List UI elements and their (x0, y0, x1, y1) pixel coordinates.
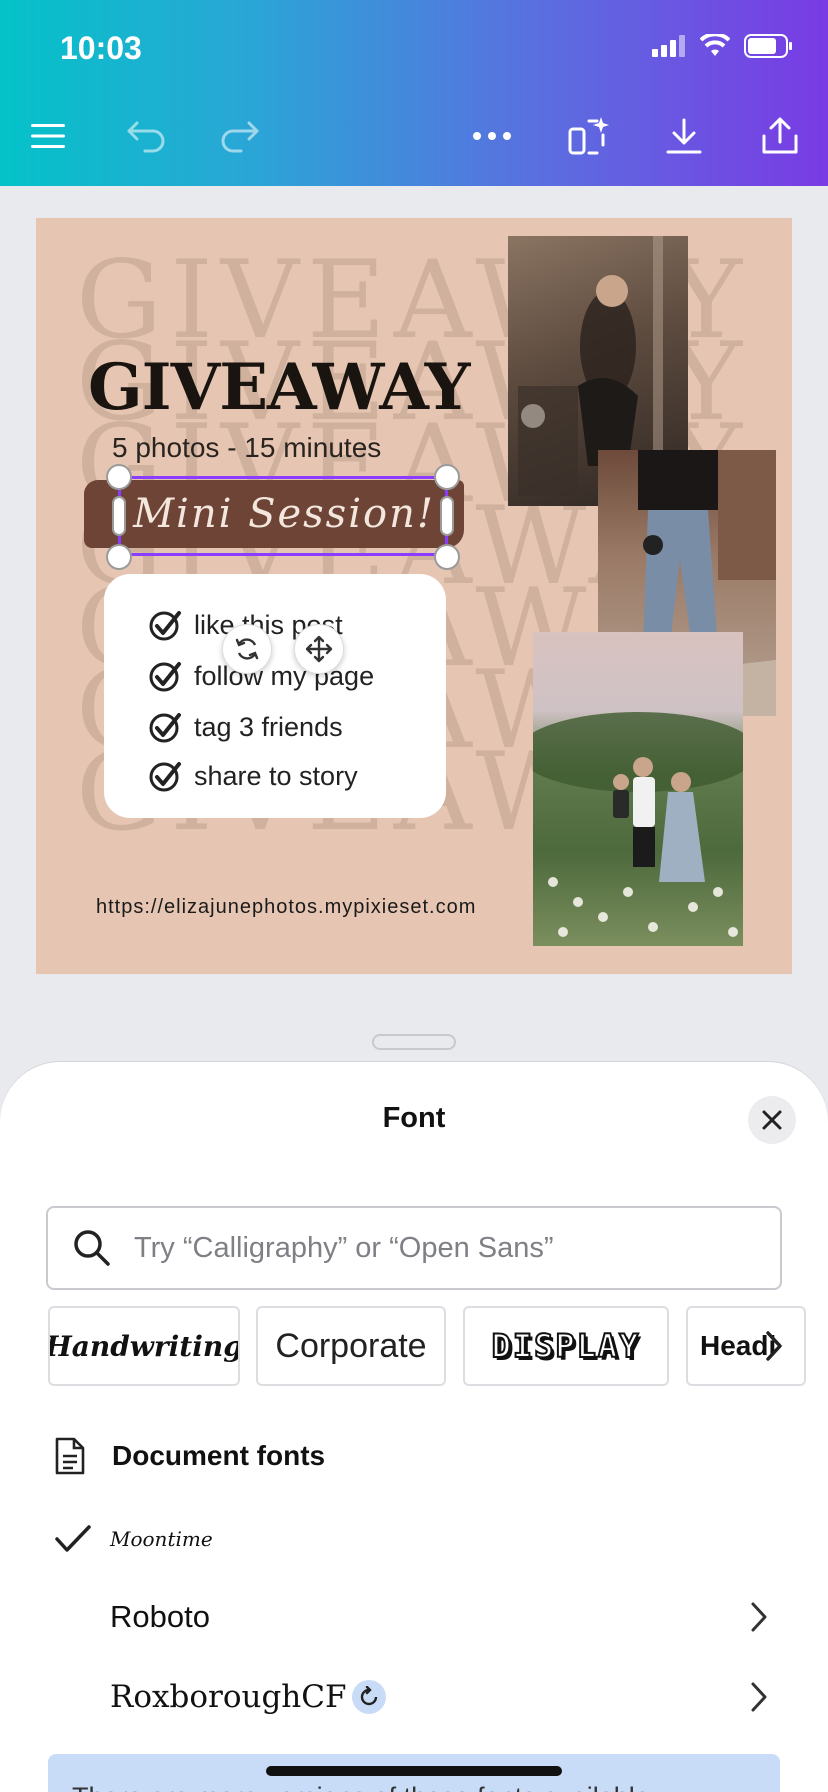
home-indicator[interactable] (266, 1766, 562, 1776)
rotate-button[interactable] (222, 624, 272, 674)
magic-resize-icon (568, 117, 609, 155)
sync-badge (352, 1680, 386, 1714)
document-icon (55, 1437, 85, 1475)
section-title: Document fonts (112, 1440, 326, 1471)
resize-handle-bottom-left[interactable] (106, 544, 132, 570)
download-button[interactable] (656, 108, 712, 164)
magic-resize-button[interactable] (560, 108, 616, 164)
checklist-text: follow my page (194, 660, 375, 691)
resize-handle-bottom-right[interactable] (434, 544, 460, 570)
chevron-right-icon (751, 1602, 767, 1632)
checklist-item[interactable]: share to story (148, 759, 358, 793)
design-page[interactable]: GIVEAWAY GIVEAWAY GIVEAWAY GIVEAWAY GIVE… (36, 218, 792, 974)
close-icon (762, 1110, 782, 1130)
resize-handle-right[interactable] (440, 496, 454, 536)
resize-handle-top-left[interactable] (106, 464, 132, 490)
ellipsis-icon (473, 132, 511, 140)
download-icon (666, 118, 702, 154)
document-fonts-header: Document fonts (54, 1436, 325, 1476)
banner-text: There are more versions of these fonts a… (72, 1782, 650, 1792)
font-search-field[interactable] (46, 1206, 782, 1290)
redo-button[interactable] (212, 108, 268, 164)
share-icon (762, 117, 798, 154)
website-url[interactable]: https://elizajunephotos.mypixieset.com (96, 896, 476, 919)
panel-title: Font (382, 1102, 446, 1134)
refresh-icon (360, 1686, 378, 1706)
font-item-roboto[interactable]: Roboto (0, 1582, 828, 1652)
move-button[interactable] (294, 624, 344, 674)
checklist-text: share to story (194, 760, 358, 791)
category-display[interactable]: DISPLAY (463, 1306, 669, 1386)
status-icons (652, 34, 794, 58)
checklist-text: tag 3 friends (194, 711, 343, 742)
wifi-icon (700, 34, 730, 56)
photo-family-field-image (533, 712, 743, 937)
share-button[interactable] (752, 108, 808, 164)
category-handwriting[interactable]: Handwriting (48, 1306, 240, 1386)
move-icon (305, 635, 333, 663)
font-item-moontime[interactable]: Moontime (0, 1504, 828, 1574)
subline[interactable]: 5 photos - 15 minutes (112, 432, 381, 464)
chevron-right-icon (751, 1682, 767, 1712)
close-button[interactable] (748, 1096, 796, 1144)
rotate-icon (235, 638, 259, 660)
editor-header: 10:03 (0, 0, 828, 186)
category-headings[interactable]: Headi (686, 1306, 806, 1386)
chevron-right-icon[interactable] (764, 1330, 784, 1362)
checklist-item[interactable]: tag 3 friends (148, 710, 343, 744)
category-corporate[interactable]: Corporate (256, 1306, 446, 1386)
font-name: RoxboroughCF (110, 1679, 347, 1715)
hamburger-icon (31, 124, 65, 148)
checkbox-icon (149, 762, 181, 792)
selection-box[interactable] (118, 476, 448, 556)
resize-handle-top-right[interactable] (434, 464, 460, 490)
font-name: Moontime (110, 1527, 213, 1551)
signal-icon (652, 35, 685, 57)
menu-button[interactable] (20, 108, 76, 164)
checkmark-icon (55, 1525, 91, 1552)
font-item-roxborough[interactable]: RoxboroughCF (0, 1662, 828, 1732)
battery-icon (744, 34, 792, 58)
status-time: 10:03 (60, 30, 142, 66)
resize-handle-left[interactable] (112, 496, 126, 536)
undo-icon (127, 121, 165, 153)
more-button[interactable] (464, 108, 520, 164)
search-icon (74, 1230, 110, 1266)
photo-family-field[interactable] (533, 632, 743, 946)
headline[interactable]: GIVEAWAY (88, 350, 470, 425)
checkbox-icon (149, 662, 181, 692)
redo-icon (221, 121, 259, 153)
checkbox-icon (149, 713, 181, 743)
undo-button[interactable] (118, 108, 174, 164)
font-name: Roboto (110, 1599, 210, 1634)
sheet-drag-handle[interactable] (372, 1034, 456, 1050)
checkbox-icon (149, 611, 181, 641)
search-input[interactable] (134, 1231, 734, 1265)
